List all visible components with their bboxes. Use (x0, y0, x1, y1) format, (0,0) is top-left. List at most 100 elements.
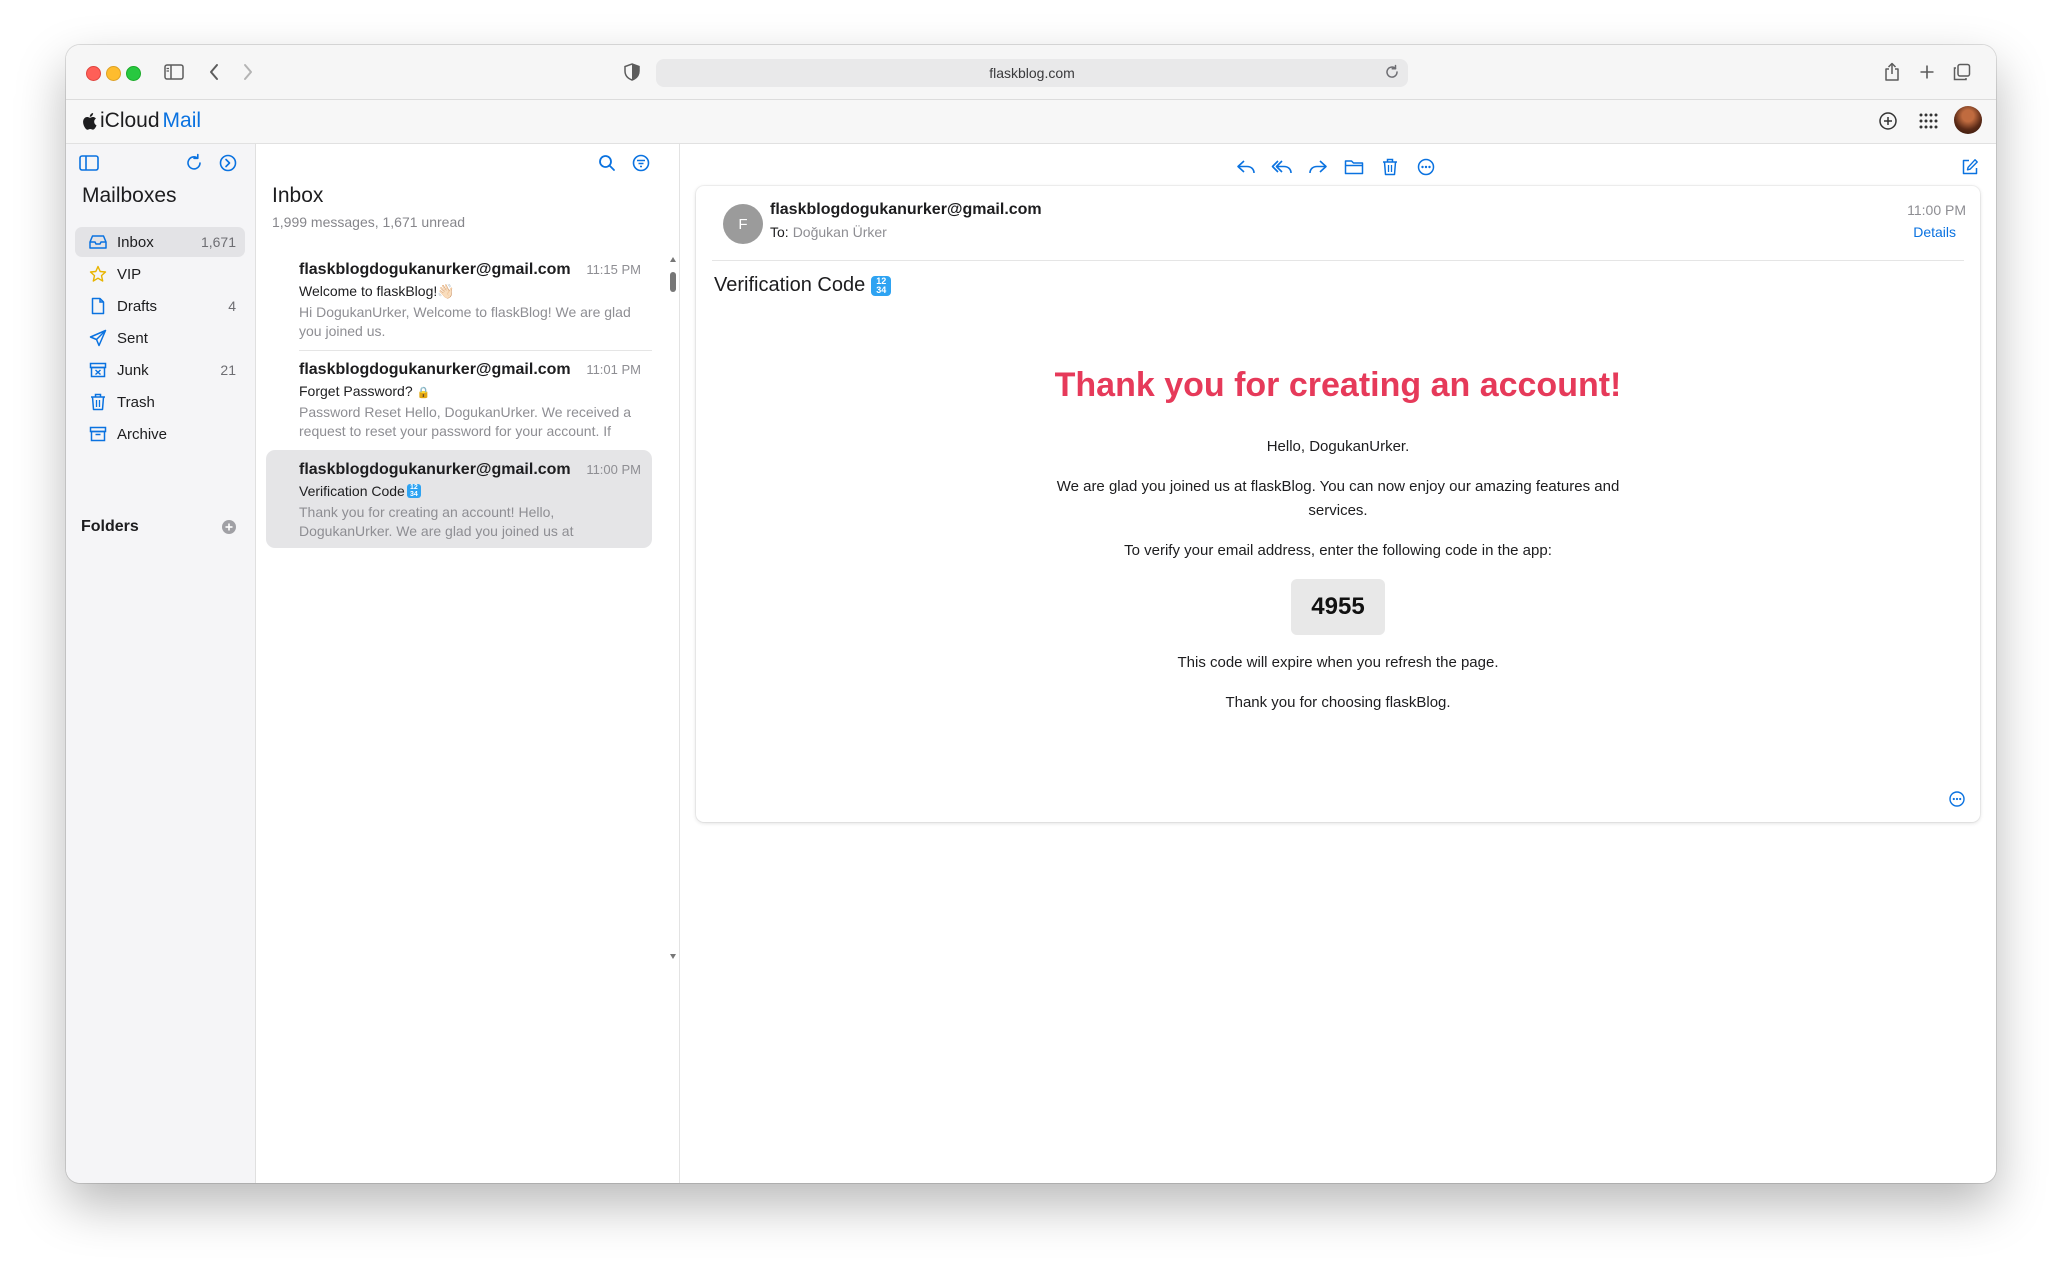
email-instruction: To verify your email address, enter the … (1124, 542, 1552, 559)
reading-pane: F flaskblogdogukanurker@gmail.com To: Doğ… (680, 144, 1996, 1183)
star-icon (87, 265, 109, 283)
message-list-scrollbar[interactable] (669, 256, 677, 959)
sidebar-item-trash[interactable]: Trash (75, 387, 245, 417)
reply-icon[interactable] (1232, 153, 1260, 181)
email-intro: We are glad you joined us at flaskBlog. … (1056, 478, 1620, 519)
email-time: 11:00 PM (1907, 202, 1966, 218)
message-sender: flaskblogdogukanurker@gmail.com (299, 361, 571, 378)
message-row[interactable]: flaskblogdogukanurker@gmail.com 11:15 PM… (266, 250, 652, 345)
junk-count: 21 (220, 362, 236, 378)
details-link[interactable]: Details (1913, 224, 1956, 240)
inbox-icon (87, 234, 109, 250)
icloud-mail-logo[interactable]: iCloud Mail (82, 109, 201, 133)
message-preview: Thank you for creating an account! Hello… (299, 504, 574, 539)
numbers-emoji: 12 34 (406, 484, 421, 498)
delete-icon[interactable] (1376, 153, 1404, 181)
sidebar-item-label: Drafts (117, 297, 158, 315)
email-greeting: Hello, DogukanUrker. (1266, 438, 1410, 455)
sidebar-item-label: Sent (117, 329, 148, 347)
recipient-name[interactable]: Doğukan Ürker (793, 224, 887, 240)
reply-all-icon[interactable] (1268, 153, 1296, 181)
folders-heading: Folders (81, 518, 139, 535)
apple-logo-icon (82, 112, 97, 130)
add-folder-icon[interactable] (221, 519, 237, 535)
message-sender: flaskblogdogukanurker@gmail.com (299, 261, 571, 278)
email-closing: Thank you for choosing flaskBlog. (1225, 694, 1451, 711)
sidebar-item-vip[interactable]: VIP (75, 259, 245, 289)
message-sender: flaskblogdogukanurker@gmail.com (299, 461, 571, 478)
close-window-button[interactable] (86, 66, 101, 81)
inbox-title: Inbox (272, 184, 324, 207)
email-card: F flaskblogdogukanurker@gmail.com To: Doğ… (696, 186, 1980, 822)
browser-window: flaskblog.com iCloud Mail Mailboxes Inbo… (66, 45, 1996, 1183)
sidebar-collapse-icon[interactable] (78, 153, 100, 173)
junk-icon (87, 362, 109, 378)
back-icon[interactable] (200, 58, 228, 86)
wave-emoji: 👋🏻 (437, 283, 455, 299)
mailbox-sidebar: Mailboxes Inbox 1,671 VIP Drafts 4 Sent … (66, 144, 256, 1183)
message-time: 11:00 PM (586, 462, 641, 477)
mailboxes-heading: Mailboxes (82, 184, 177, 207)
filter-icon[interactable] (631, 153, 651, 173)
message-subject: Forget Password? 🔒 (299, 383, 431, 399)
user-avatar[interactable] (1954, 106, 1982, 134)
archive-icon (87, 426, 109, 442)
mailbox-options-icon[interactable] (218, 153, 238, 173)
scrollbar-thumb[interactable] (670, 272, 676, 292)
message-preview: Hi DogukanUrker, Welcome to flaskBlog! W… (299, 304, 631, 339)
brand-label: iCloud (100, 109, 160, 132)
tab-overview-icon[interactable] (1948, 58, 1976, 86)
message-row-selected[interactable]: flaskblogdogukanurker@gmail.com 11:00 PM… (266, 450, 652, 548)
add-circle-icon[interactable] (1874, 107, 1902, 135)
sidebar-item-sent[interactable]: Sent (75, 323, 245, 353)
sidebar-item-label: Junk (117, 361, 149, 379)
message-list: Inbox 1,999 messages, 1,671 unread flask… (256, 144, 680, 1183)
message-time: 11:01 PM (586, 362, 641, 377)
sender-avatar: F (723, 204, 763, 244)
product-label: Mail (162, 109, 202, 132)
verification-code: 4955 (1291, 579, 1385, 635)
more-actions-icon[interactable] (1412, 153, 1440, 181)
email-more-icon[interactable] (1948, 790, 1966, 808)
drafts-count: 4 (228, 298, 236, 314)
minimize-window-button[interactable] (106, 66, 121, 81)
privacy-shield-icon[interactable] (618, 58, 646, 86)
forward-email-icon[interactable] (1304, 153, 1332, 181)
sidebar-item-junk[interactable]: Junk 21 (75, 355, 245, 385)
move-to-folder-icon[interactable] (1340, 153, 1368, 181)
app-header: iCloud Mail (66, 100, 1996, 144)
forward-icon[interactable] (234, 58, 262, 86)
message-subject: Welcome to flaskBlog!👋🏻 (299, 283, 455, 299)
sidebar-item-archive[interactable]: Archive (75, 419, 245, 449)
share-icon[interactable] (1878, 58, 1906, 86)
browser-toolbar: flaskblog.com (66, 45, 1996, 100)
message-subject: Verification Code 12 34 (299, 483, 421, 499)
recipient-line: To: Doğukan Ürker (770, 224, 887, 240)
sidebar-item-inbox[interactable]: Inbox 1,671 (75, 227, 245, 257)
sidebar-item-label: VIP (117, 265, 142, 283)
sidebar-item-label: Inbox (117, 233, 154, 251)
compose-icon[interactable] (1956, 153, 1984, 181)
zoom-window-button[interactable] (126, 66, 141, 81)
paper-plane-icon (87, 329, 109, 347)
to-label: To: (770, 224, 789, 240)
trash-icon (87, 393, 109, 411)
inbox-summary: 1,999 messages, 1,671 unread (272, 214, 466, 230)
sidebar-item-drafts[interactable]: Drafts 4 (75, 291, 245, 321)
search-icon[interactable] (597, 153, 617, 173)
sidebar-item-label: Archive (117, 425, 168, 443)
sender-email[interactable]: flaskblogdogukanurker@gmail.com (770, 201, 1042, 219)
document-icon (87, 297, 109, 315)
refresh-icon[interactable] (184, 153, 204, 173)
message-time: 11:15 PM (586, 262, 641, 277)
reload-icon[interactable] (1384, 64, 1400, 80)
header-divider (712, 260, 1964, 261)
email-expiry-note: This code will expire when you refresh t… (1177, 654, 1499, 671)
address-bar[interactable]: flaskblog.com (656, 59, 1408, 87)
lock-emoji: 🔒 (416, 387, 431, 399)
new-tab-icon[interactable] (1913, 58, 1941, 86)
sidebar-toggle-icon[interactable] (160, 58, 188, 86)
unread-count: 1,671 (200, 234, 236, 250)
message-row[interactable]: flaskblogdogukanurker@gmail.com 11:01 PM… (266, 350, 652, 445)
app-grid-icon[interactable] (1914, 107, 1942, 135)
